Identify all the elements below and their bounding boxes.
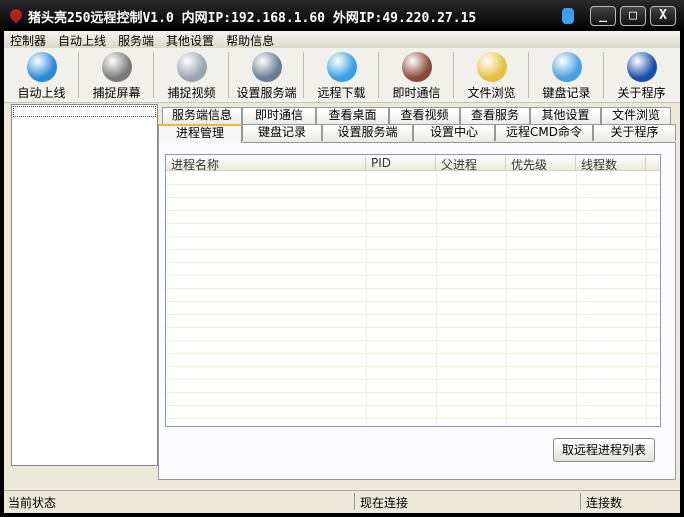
status-bar: 当前状态 现在连接 连接数 — [4, 490, 680, 511]
tab-tabs_row1-3[interactable]: 查看视频 — [389, 107, 460, 124]
grid-line — [166, 418, 660, 419]
app-icon — [7, 6, 25, 24]
minimize-button[interactable]: _ — [590, 6, 616, 26]
download-icon — [326, 52, 357, 82]
tab-tabs_row1-6[interactable]: 文件浏览 — [601, 107, 671, 124]
main-window: 控制器 自动上线 服务端 其他设置 帮助信息 自动上线 捕捉屏幕 捕捉视频 设置服务端… — [4, 31, 680, 513]
grid-line — [166, 379, 660, 380]
menu-other-settings[interactable]: 其他设置 — [160, 31, 220, 48]
title-bar: 猪头亮250远程控制V1.0 内网IP:192.168.1.60 外网IP:49… — [0, 0, 684, 31]
window-title: 猪头亮250远程控制V1.0 内网IP:192.168.1.60 外网IP:49… — [28, 11, 477, 26]
toolbar-button-6[interactable]: 文件浏览 — [454, 50, 529, 100]
grid-line — [166, 223, 660, 224]
toolbar-separator — [153, 52, 154, 98]
toolbar-separator — [228, 52, 229, 98]
grid-line — [166, 210, 660, 211]
divider — [354, 493, 355, 510]
process-list[interactable]: 进程名称 PID 父进程 优先级 线程数 — [165, 154, 661, 427]
grid-line — [166, 405, 660, 406]
status-connection: 现在连接 — [360, 496, 409, 510]
tab-tabs_row1-5[interactable]: 其他设置 — [530, 107, 601, 124]
toolbar-label: 远程下载 — [317, 86, 366, 100]
cabinet-icon — [476, 52, 507, 82]
tab-tabs_row2-0[interactable]: 进程管理 — [158, 124, 242, 143]
grid-line — [166, 197, 660, 198]
grid-line — [166, 392, 660, 393]
list-header: 进程名称 PID 父进程 优先级 线程数 — [166, 155, 660, 172]
column-header[interactable]: 父进程 — [436, 156, 506, 172]
process-panel: 进程名称 PID 父进程 优先级 线程数 取远程进程列表 — [158, 142, 676, 480]
toolbar-label: 文件浏览 — [467, 86, 516, 100]
tab-tabs_row1-4[interactable]: 查看服务 — [460, 107, 530, 124]
host-list-panel[interactable] — [11, 104, 158, 466]
maximize-button[interactable]: □ — [620, 6, 646, 26]
toolbar-separator — [453, 52, 454, 98]
column-header[interactable]: 进程名称 — [166, 156, 366, 172]
column-header[interactable]: PID — [366, 156, 436, 170]
tab-tabs_row2-5[interactable]: 关于程序 — [593, 124, 676, 141]
tab-tabs_row1-2[interactable]: 查看桌面 — [316, 107, 389, 124]
tab-tabs_row2-4[interactable]: 远程CMD命令 — [495, 124, 593, 141]
toolbar-button-1[interactable]: 捕捉屏幕 — [79, 50, 154, 100]
toolbar-label: 关于程序 — [617, 86, 666, 100]
focus-rect — [13, 106, 156, 117]
tab-tabs_row2-1[interactable]: 键盘记录 — [242, 124, 322, 141]
toolbar-separator — [78, 52, 79, 98]
menu-server[interactable]: 服务端 — [112, 31, 160, 48]
grid-line — [166, 353, 660, 354]
tab-tabs_row2-2[interactable]: 设置服务端 — [322, 124, 413, 141]
tab-tabs_row1-1[interactable]: 即时通信 — [242, 107, 316, 124]
menu-controller[interactable]: 控制器 — [4, 31, 52, 48]
computer-icon — [551, 52, 582, 82]
grid-line — [166, 275, 660, 276]
get-process-list-button[interactable]: 取远程进程列表 — [553, 438, 655, 462]
grid-line — [166, 288, 660, 289]
toolbar-separator — [603, 52, 604, 98]
grid-line — [166, 301, 660, 302]
divider — [580, 493, 581, 510]
toolbar-button-7[interactable]: 键盘记录 — [529, 50, 604, 100]
grid-line — [166, 314, 660, 315]
toolbar-label: 设置服务端 — [236, 86, 297, 100]
toolbar-button-3[interactable]: 设置服务端 — [229, 50, 304, 100]
help-icon — [626, 52, 657, 82]
heart-icon — [401, 52, 432, 82]
toolbar-button-0[interactable]: 自动上线 — [4, 50, 79, 100]
grid-line — [166, 184, 660, 185]
grid-line — [166, 340, 660, 341]
column-header[interactable]: 优先级 — [506, 156, 576, 172]
toolbar-label: 键盘记录 — [542, 86, 591, 100]
toolbar-label: 捕捉视频 — [167, 86, 216, 100]
toolbar-button-5[interactable]: 即时通信 — [379, 50, 454, 100]
menu-auto-online[interactable]: 自动上线 — [52, 31, 112, 48]
camera-icon — [101, 52, 132, 82]
grid-line — [166, 236, 660, 237]
toolbar: 自动上线 捕捉屏幕 捕捉视频 设置服务端 远程下载 即时通信 文件浏览 键盘记录 关于程序 — [4, 48, 680, 103]
status-count: 连接数 — [586, 496, 623, 510]
close-button[interactable]: X — [650, 6, 676, 26]
toolbar-button-4[interactable]: 远程下载 — [304, 50, 379, 100]
tab-tabs_row1-0[interactable]: 服务端信息 — [162, 107, 242, 124]
tray-icon — [562, 8, 574, 24]
grid-line — [166, 366, 660, 367]
globe-icon — [26, 52, 57, 82]
webcam-icon — [176, 52, 207, 82]
toolbar-label: 自动上线 — [17, 86, 66, 100]
grid-line — [166, 262, 660, 263]
toolbar-label: 即时通信 — [392, 86, 441, 100]
column-header[interactable]: 线程数 — [576, 156, 646, 172]
toolbar-label: 捕捉屏幕 — [92, 86, 141, 100]
menu-bar: 控制器 自动上线 服务端 其他设置 帮助信息 — [4, 31, 680, 48]
toolbar-button-8[interactable]: 关于程序 — [604, 50, 679, 100]
grid-line — [166, 327, 660, 328]
grid-line — [166, 249, 660, 250]
toolbox-icon — [251, 52, 282, 82]
toolbar-separator — [528, 52, 529, 98]
toolbar-separator — [303, 52, 304, 98]
menu-help[interactable]: 帮助信息 — [220, 31, 280, 48]
toolbar-button-2[interactable]: 捕捉视频 — [154, 50, 229, 100]
toolbar-separator — [378, 52, 379, 98]
status-current: 当前状态 — [8, 496, 57, 510]
tab-tabs_row2-3[interactable]: 设置中心 — [413, 124, 495, 141]
